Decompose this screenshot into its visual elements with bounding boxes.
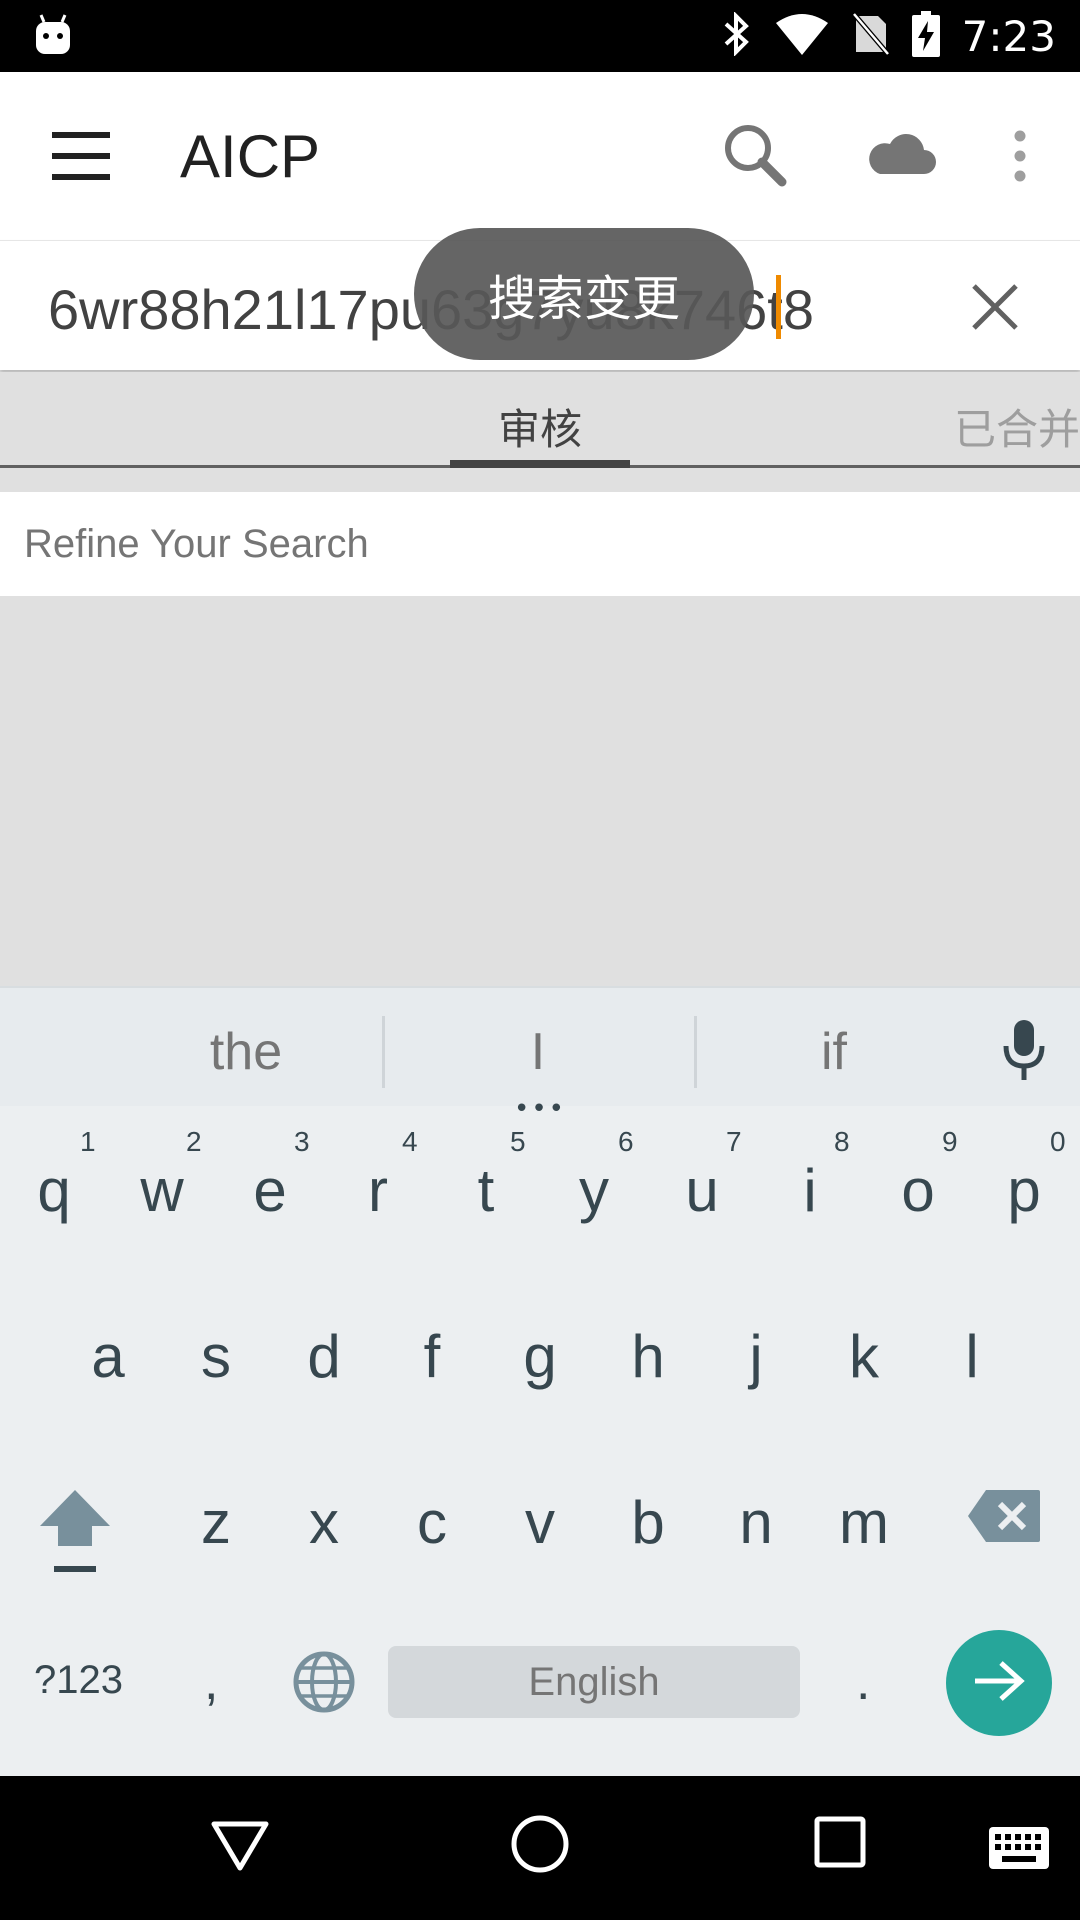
key-i[interactable]: i [756, 1156, 864, 1225]
suggestion-3[interactable]: if [684, 1022, 984, 1082]
no-sim-icon [851, 12, 890, 60]
search-icon[interactable] [720, 120, 790, 194]
microphone-icon[interactable] [1002, 1018, 1046, 1086]
globe-icon[interactable] [292, 1650, 356, 1718]
key-hint-2: 2 [186, 1126, 202, 1157]
shift-icon[interactable] [36, 1486, 114, 1580]
key-hint-8: 8 [834, 1126, 850, 1157]
key-l[interactable]: l [918, 1322, 1026, 1391]
suggestion-strip: the I ••• if [0, 986, 1080, 1124]
backspace-icon[interactable] [966, 1488, 1042, 1548]
space-key[interactable]: English [388, 1646, 800, 1718]
close-icon[interactable] [970, 282, 1020, 336]
key-x[interactable]: x [270, 1488, 378, 1557]
android-icon [34, 14, 72, 60]
key-f[interactable]: f [378, 1322, 486, 1391]
key-c[interactable]: c [378, 1488, 486, 1557]
tab-indicator [450, 460, 630, 468]
key-p[interactable]: p [970, 1156, 1078, 1225]
key-e[interactable]: e [216, 1156, 324, 1225]
battery-charging-icon [911, 11, 940, 61]
back-icon[interactable] [210, 1818, 270, 1878]
key-w[interactable]: w [108, 1156, 216, 1225]
key-hint-4: 4 [402, 1126, 418, 1157]
key-period[interactable]: . [856, 1652, 870, 1712]
toast-message: 搜索变更 [414, 228, 754, 360]
soft-keyboard: the I ••• if 1 2 3 4 5 6 7 8 9 0 q w e r… [0, 986, 1080, 1776]
app-title: AICP [180, 123, 321, 190]
symbols-key[interactable]: ?123 [34, 1658, 123, 1703]
key-k[interactable]: k [810, 1322, 918, 1391]
text-cursor [776, 275, 781, 339]
suggestion-divider [382, 1016, 385, 1088]
screen: 7:23 AICP 6wr88h21l17pu63g7yu8k746t8 搜索变… [0, 0, 1080, 1920]
home-icon[interactable] [510, 1814, 570, 1878]
key-comma[interactable]: , [204, 1652, 218, 1712]
clock-text: 7:23 [961, 11, 1056, 61]
arrow-right-icon [971, 1657, 1027, 1709]
bluetooth-icon [722, 11, 752, 60]
key-o[interactable]: o [864, 1156, 972, 1225]
key-hint-0: 0 [1050, 1126, 1066, 1157]
key-d[interactable]: d [270, 1322, 378, 1391]
key-hint-1: 1 [80, 1126, 96, 1157]
key-z[interactable]: z [162, 1488, 270, 1557]
key-r[interactable]: r [324, 1156, 432, 1225]
refine-search-field[interactable]: Refine Your Search [0, 492, 1080, 596]
key-hint-5: 5 [510, 1126, 526, 1157]
key-j[interactable]: j [702, 1322, 810, 1391]
status-bar: 7:23 [0, 0, 1080, 72]
key-y[interactable]: y [540, 1156, 648, 1225]
refine-search-placeholder: Refine Your Search [24, 522, 369, 566]
key-s[interactable]: s [162, 1322, 270, 1391]
key-m[interactable]: m [810, 1488, 918, 1557]
app-bar: AICP [0, 72, 1080, 240]
key-u[interactable]: u [648, 1156, 756, 1225]
key-hint-7: 7 [726, 1126, 742, 1157]
key-b[interactable]: b [594, 1488, 702, 1557]
suggestion-1[interactable]: the [96, 1022, 396, 1082]
enter-key[interactable] [946, 1630, 1052, 1736]
key-hint-3: 3 [294, 1126, 310, 1157]
recents-icon[interactable] [814, 1816, 866, 1872]
key-t[interactable]: t [432, 1156, 540, 1225]
tab-review[interactable]: 审核 [498, 396, 582, 457]
toast-text: 搜索变更 [487, 271, 680, 327]
navigation-bar [0, 1776, 1080, 1920]
more-vert-icon[interactable] [1008, 130, 1032, 186]
suggestion-2[interactable]: I [388, 1022, 688, 1082]
key-hint-9: 9 [942, 1126, 958, 1157]
key-h[interactable]: h [594, 1322, 702, 1391]
key-g[interactable]: g [486, 1322, 594, 1391]
tab-merged[interactable]: 已合并 [954, 396, 1080, 457]
key-a[interactable]: a [54, 1322, 162, 1391]
key-v[interactable]: v [486, 1488, 594, 1557]
keyboard-icon[interactable] [988, 1826, 1050, 1874]
space-key-label: English [528, 1659, 660, 1704]
cloud-icon[interactable] [864, 132, 936, 180]
more-suggestions-indicator: ••• [514, 1094, 567, 1124]
key-q[interactable]: q [0, 1156, 108, 1225]
wifi-icon [774, 13, 830, 59]
key-hint-6: 6 [618, 1126, 634, 1157]
tab-bar: 审核 已合并 [0, 372, 1080, 468]
key-n[interactable]: n [702, 1488, 810, 1557]
menu-icon[interactable] [52, 132, 116, 180]
